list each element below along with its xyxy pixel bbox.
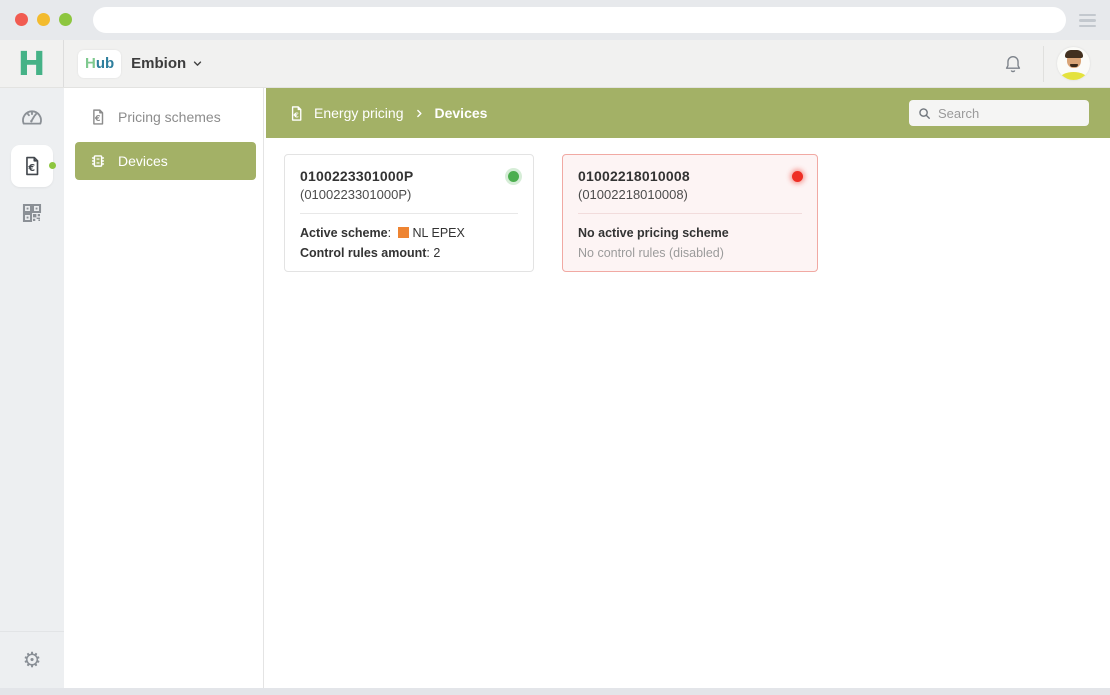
sidebar-item-devices[interactable]: Devices xyxy=(75,142,256,180)
status-dot-online xyxy=(508,171,519,182)
main-content: € Energy pricing Devices 0100223301000P … xyxy=(264,88,1110,688)
bottom-strip xyxy=(0,688,1110,695)
organization-switcher[interactable]: Embion xyxy=(131,55,204,72)
avatar-shirt xyxy=(1060,72,1087,80)
device-card-alert[interactable]: 01002218010008 (01002218010008) No activ… xyxy=(562,154,818,272)
pricing-document-icon: € xyxy=(89,108,107,126)
window-close-button[interactable] xyxy=(15,13,28,26)
rail-dashboard-button[interactable] xyxy=(0,96,64,140)
app-header: H Hub Embion xyxy=(0,40,1110,88)
rail-modules-button[interactable] xyxy=(0,191,64,235)
sidebar-item-label: Pricing schemes xyxy=(118,109,221,125)
device-card[interactable]: 0100223301000P (0100223301000P) Active s… xyxy=(284,154,534,272)
device-serial: (0100223301000P) xyxy=(300,187,518,202)
no-rules-row: No control rules (disabled) xyxy=(578,243,802,263)
address-bar[interactable] xyxy=(93,7,1066,33)
sidebar-item-label: Devices xyxy=(118,153,168,169)
breadcrumb-current: Devices xyxy=(435,105,488,121)
icon-rail: € ⚙ xyxy=(0,88,64,688)
device-serial: (01002218010008) xyxy=(578,187,802,202)
device-card-grid: 0100223301000P (0100223301000P) Active s… xyxy=(284,154,818,272)
browser-chrome xyxy=(0,0,1110,40)
window-minimize-button[interactable] xyxy=(37,13,50,26)
browser-menu-icon[interactable] xyxy=(1079,14,1096,27)
bell-icon xyxy=(1002,53,1024,75)
modules-grid-icon xyxy=(20,201,44,225)
window-fullscreen-button[interactable] xyxy=(59,13,72,26)
app-logo[interactable]: H xyxy=(0,40,64,87)
pricing-document-icon: € xyxy=(288,105,305,122)
rules-value: 2 xyxy=(433,246,440,260)
scheme-value: NL EPEX xyxy=(413,226,465,240)
logo-letter: H xyxy=(18,47,46,80)
card-divider xyxy=(578,213,802,214)
status-dot-offline xyxy=(792,171,803,182)
svg-text:€: € xyxy=(94,114,100,123)
sidebar: € Pricing schemes Devices xyxy=(64,88,264,688)
app-window: H Hub Embion xyxy=(0,0,1110,695)
settings-gear-icon: ⚙ xyxy=(23,648,42,673)
device-title: 0100223301000P xyxy=(300,168,518,184)
svg-text:€: € xyxy=(293,110,299,119)
search-box[interactable] xyxy=(909,100,1089,126)
avatar-hair xyxy=(1065,50,1083,58)
device-title: 01002218010008 xyxy=(578,168,802,184)
chevron-down-icon xyxy=(191,57,204,70)
pricing-document-icon: € xyxy=(21,155,43,177)
active-scheme-row: Active scheme: NL EPEX xyxy=(300,223,518,243)
dashboard-gauge-icon xyxy=(19,105,45,131)
scheme-color-swatch xyxy=(398,227,409,238)
no-scheme-row: No active pricing scheme xyxy=(578,223,802,243)
sidebar-item-pricing-schemes[interactable]: € Pricing schemes xyxy=(75,98,256,136)
hub-badge-text: H xyxy=(85,55,96,72)
rail-active-indicator-dot xyxy=(49,162,56,169)
svg-text:€: € xyxy=(27,163,35,174)
card-divider xyxy=(300,213,518,214)
header-left: Hub Embion xyxy=(78,40,204,87)
rail-settings-button[interactable]: ⚙ xyxy=(0,638,64,682)
breadcrumb-section[interactable]: Energy pricing xyxy=(314,105,404,121)
organization-name: Embion xyxy=(131,55,186,72)
chevron-right-icon xyxy=(413,107,426,120)
search-input[interactable] xyxy=(938,106,1081,121)
rail-divider xyxy=(0,631,64,632)
rail-energy-pricing-button[interactable]: € xyxy=(11,145,53,187)
search-icon xyxy=(917,106,932,121)
device-chip-icon xyxy=(89,152,107,170)
avatar-mustache xyxy=(1070,64,1078,67)
hub-badge: Hub xyxy=(78,50,121,78)
breadcrumb-bar: € Energy pricing Devices xyxy=(266,88,1110,138)
header-divider xyxy=(1043,46,1044,82)
control-rules-row: Control rules amount: 2 xyxy=(300,243,518,263)
notifications-button[interactable] xyxy=(999,50,1027,78)
user-avatar[interactable] xyxy=(1057,47,1090,80)
